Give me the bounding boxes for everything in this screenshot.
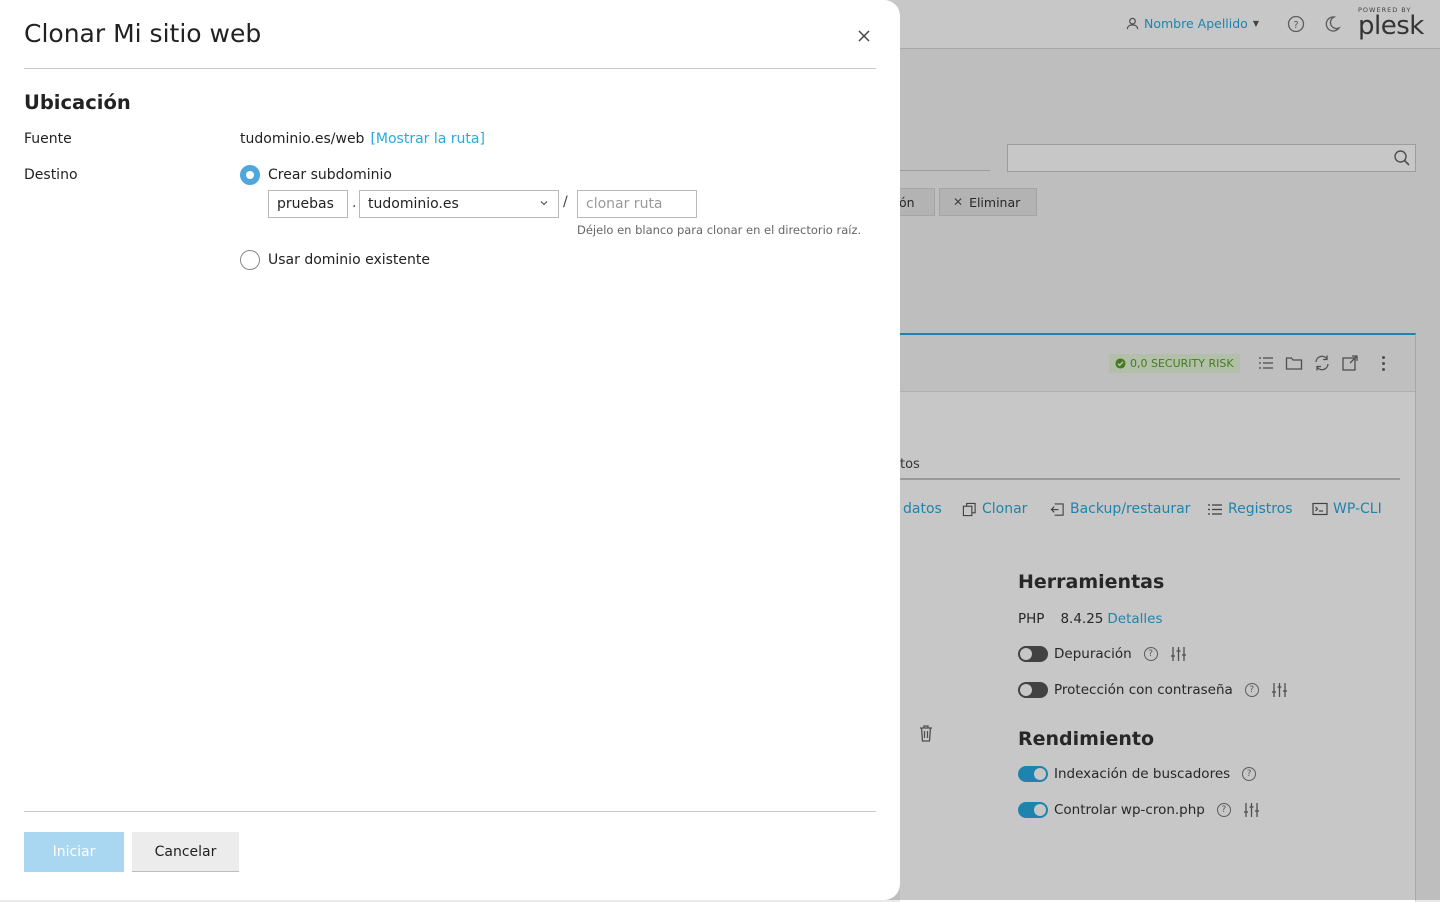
footer-divider — [24, 811, 876, 812]
start-button[interactable]: Iniciar — [24, 832, 124, 872]
source-label: Fuente — [24, 131, 72, 147]
domain-selected: tudominio.es — [368, 196, 459, 212]
existing-domain-label[interactable]: Usar dominio existente — [268, 252, 430, 268]
domain-select[interactable]: tudominio.es — [359, 190, 559, 218]
chevron-down-icon — [540, 201, 548, 206]
clone-path-input[interactable] — [577, 190, 697, 218]
path-hint: Déjelo en blanco para clonar en el direc… — [577, 223, 862, 237]
destination-label: Destino — [24, 167, 78, 183]
header-divider — [24, 68, 876, 69]
dot-separator: . — [352, 195, 357, 211]
dialog-title: Clonar Mi sitio web — [24, 19, 262, 48]
existing-domain-radio[interactable] — [240, 250, 260, 270]
create-subdomain-radio[interactable] — [240, 165, 260, 185]
subdomain-input[interactable] — [268, 190, 348, 218]
close-icon[interactable] — [855, 27, 873, 45]
source-path: tudominio.es/web — [240, 131, 365, 147]
source-value: tudominio.es/web [Mostrar la ruta] — [240, 131, 485, 147]
slash-separator: / — [563, 194, 568, 210]
clone-dialog: Clonar Mi sitio web Ubicación Fuente tud… — [0, 0, 900, 900]
create-subdomain-label[interactable]: Crear subdominio — [268, 167, 392, 183]
show-path-link[interactable]: [Mostrar la ruta] — [370, 131, 485, 147]
location-section-title: Ubicación — [24, 91, 131, 114]
cancel-button[interactable]: Cancelar — [132, 832, 239, 872]
